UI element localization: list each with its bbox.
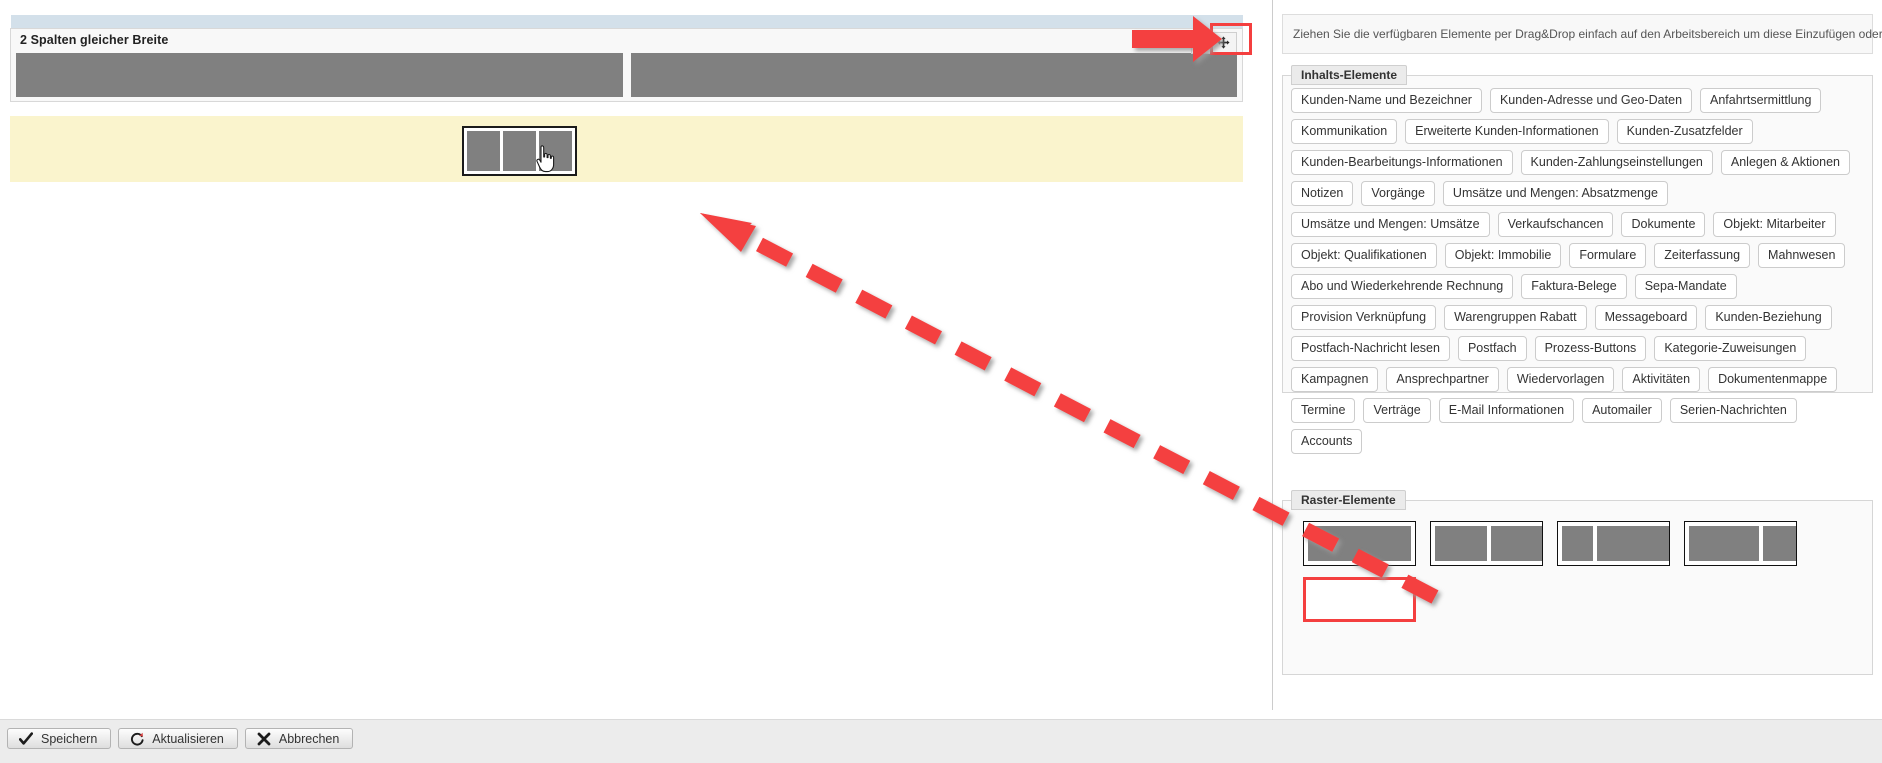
footer-button-label: Speichern — [41, 731, 98, 746]
raster-elements-list — [1303, 521, 1853, 622]
content-element-chip[interactable]: Dokumentenmappe — [1708, 367, 1838, 392]
elements-palette-sidebar: Ziehen Sie die verfügbaren Elemente per … — [1272, 0, 1882, 710]
palette-hint-text: Ziehen Sie die verfügbaren Elemente per … — [1293, 27, 1882, 41]
content-element-chip[interactable]: Dokumente — [1621, 212, 1706, 237]
content-elements-legend: Inhalts-Elemente — [1291, 65, 1408, 85]
content-element-chip[interactable]: Automailer — [1582, 398, 1662, 423]
content-element-chip[interactable]: Formulare — [1569, 243, 1647, 268]
content-element-chip[interactable]: Objekt: Qualifikationen — [1291, 243, 1437, 268]
content-element-chip[interactable]: Anlegen & Aktionen — [1720, 150, 1851, 175]
content-element-chip[interactable]: Serien-Nachrichten — [1669, 398, 1797, 423]
content-element-chip[interactable]: Objekt: Immobilie — [1444, 243, 1562, 268]
content-element-chip[interactable]: Umsätze und Mengen: Umsätze — [1291, 212, 1490, 237]
content-element-chip[interactable]: Umsätze und Mengen: Absatzmenge — [1442, 181, 1668, 206]
content-element-chip[interactable]: Faktura-Belege — [1521, 274, 1627, 299]
content-element-chip[interactable]: Kampagnen — [1291, 367, 1379, 392]
layout-block-columns — [16, 53, 1237, 97]
content-element-chip[interactable]: Warengruppen Rabatt — [1444, 305, 1587, 330]
close-x-icon — [257, 732, 271, 745]
content-element-chip[interactable]: Vorgänge — [1361, 181, 1435, 206]
raster-elements-fieldset: Raster-Elemente — [1282, 490, 1873, 675]
raster-tile-column — [1763, 526, 1796, 561]
content-element-chip[interactable]: Provision Verknüpfung — [1291, 305, 1437, 330]
footer-button-label: Aktualisieren — [152, 731, 224, 746]
layout-block-title: 2 Spalten gleicher Breite — [20, 33, 169, 47]
content-element-chip[interactable]: Abo und Wiederkehrende Rechnung — [1291, 274, 1514, 299]
dragged-grid-element[interactable] — [462, 126, 577, 176]
raster-tile-one-column[interactable] — [1303, 521, 1416, 566]
move-icon[interactable] — [1217, 36, 1230, 50]
raster-tile-column — [1308, 526, 1411, 561]
content-element-chip[interactable]: Postfach-Nachricht lesen — [1291, 336, 1450, 361]
content-element-chip[interactable]: Wiedervorlagen — [1506, 367, 1615, 392]
content-element-chip[interactable]: Accounts — [1291, 429, 1363, 454]
palette-hint-box: Ziehen Sie die verfügbaren Elemente per … — [1282, 14, 1882, 54]
block-toolbar[interactable] — [1191, 32, 1237, 54]
content-element-chip[interactable]: Kunden-Beziehung — [1705, 305, 1832, 330]
dragged-grid-column — [539, 131, 572, 171]
content-element-chip[interactable]: Aktivitäten — [1622, 367, 1701, 392]
drop-target-zone[interactable] — [10, 116, 1243, 182]
check-icon — [19, 731, 33, 745]
content-element-chip[interactable]: Verträge — [1363, 398, 1431, 423]
content-element-chip[interactable]: Zeiterfassung — [1654, 243, 1751, 268]
raster-tile-column — [1562, 526, 1593, 561]
content-element-chip[interactable]: Postfach — [1457, 336, 1527, 361]
content-element-chip[interactable]: Termine — [1291, 398, 1356, 423]
footer-button-row: Speichern Aktualisieren Abbrechen — [7, 728, 354, 749]
raster-tile-column — [1490, 526, 1542, 561]
raster-tile-column — [1435, 526, 1487, 561]
content-element-chip[interactable]: Sepa-Mandate — [1634, 274, 1737, 299]
footer-bar: Speichern Aktualisieren Abbrechen — [0, 719, 1882, 763]
content-element-chip[interactable]: Kunden-Bearbeitungs-Informationen — [1291, 150, 1513, 175]
layout-block-two-columns[interactable]: 2 Spalten gleicher Breite — [10, 28, 1243, 102]
raster-tile-narrow-wide-columns[interactable] — [1557, 521, 1670, 566]
raster-tile-column — [1689, 526, 1760, 561]
content-element-chip[interactable]: Ansprechpartner — [1386, 367, 1499, 392]
content-element-chip[interactable]: Erweiterte Kunden-Informationen — [1405, 119, 1609, 144]
dragged-grid-column — [467, 131, 500, 171]
content-element-chip[interactable]: Kunden-Zusatzfelder — [1616, 119, 1753, 144]
content-element-chip[interactable]: Anfahrtsermittlung — [1700, 88, 1822, 113]
raster-tile-wide-narrow-columns[interactable] — [1684, 521, 1797, 566]
content-element-chip[interactable]: Kommunikation — [1291, 119, 1398, 144]
content-element-chip[interactable]: Verkaufschancen — [1497, 212, 1614, 237]
content-element-chip[interactable]: Kunden-Name und Bezeichner — [1291, 88, 1482, 113]
content-element-chip[interactable]: E-Mail Informationen — [1438, 398, 1575, 423]
content-element-chip[interactable]: Objekt: Mitarbeiter — [1713, 212, 1836, 237]
trash-icon[interactable] — [1198, 36, 1211, 50]
content-element-chip[interactable]: Prozess-Buttons — [1534, 336, 1647, 361]
content-element-chip[interactable]: Mahnwesen — [1758, 243, 1846, 268]
raster-tile-empty-placeholder[interactable] — [1303, 577, 1416, 622]
refresh-icon — [131, 732, 144, 746]
content-element-chip[interactable]: Kunden-Adresse und Geo-Daten — [1489, 88, 1693, 113]
layout-column[interactable] — [630, 53, 1237, 97]
workspace-area: 2 Spalten gleicher Breite — [0, 0, 1258, 710]
content-elements-fieldset: Inhalts-Elemente Kunden-Name und Bezeich… — [1282, 65, 1873, 454]
speichern-button[interactable]: Speichern — [7, 728, 112, 749]
layout-column[interactable] — [16, 53, 623, 97]
dragged-grid-column — [503, 131, 536, 171]
content-element-chip[interactable]: Messageboard — [1594, 305, 1698, 330]
content-element-chip[interactable]: Kategorie-Zuweisungen — [1654, 336, 1807, 361]
content-element-chip[interactable]: Kunden-Zahlungseinstellungen — [1520, 150, 1713, 175]
abbrechen-button[interactable]: Abbrechen — [244, 728, 354, 749]
top-blue-strip — [11, 15, 1243, 29]
footer-button-label: Abbrechen — [278, 731, 340, 746]
raster-elements-legend: Raster-Elemente — [1291, 490, 1406, 510]
content-elements-list: Kunden-Name und Bezeichner Kunden-Adresse… — [1291, 88, 1864, 454]
aktualisieren-button[interactable]: Aktualisieren — [118, 728, 238, 749]
content-element-chip[interactable]: Notizen — [1291, 181, 1354, 206]
raster-tile-column — [1596, 526, 1669, 561]
raster-tile-two-equal-columns[interactable] — [1430, 521, 1543, 566]
